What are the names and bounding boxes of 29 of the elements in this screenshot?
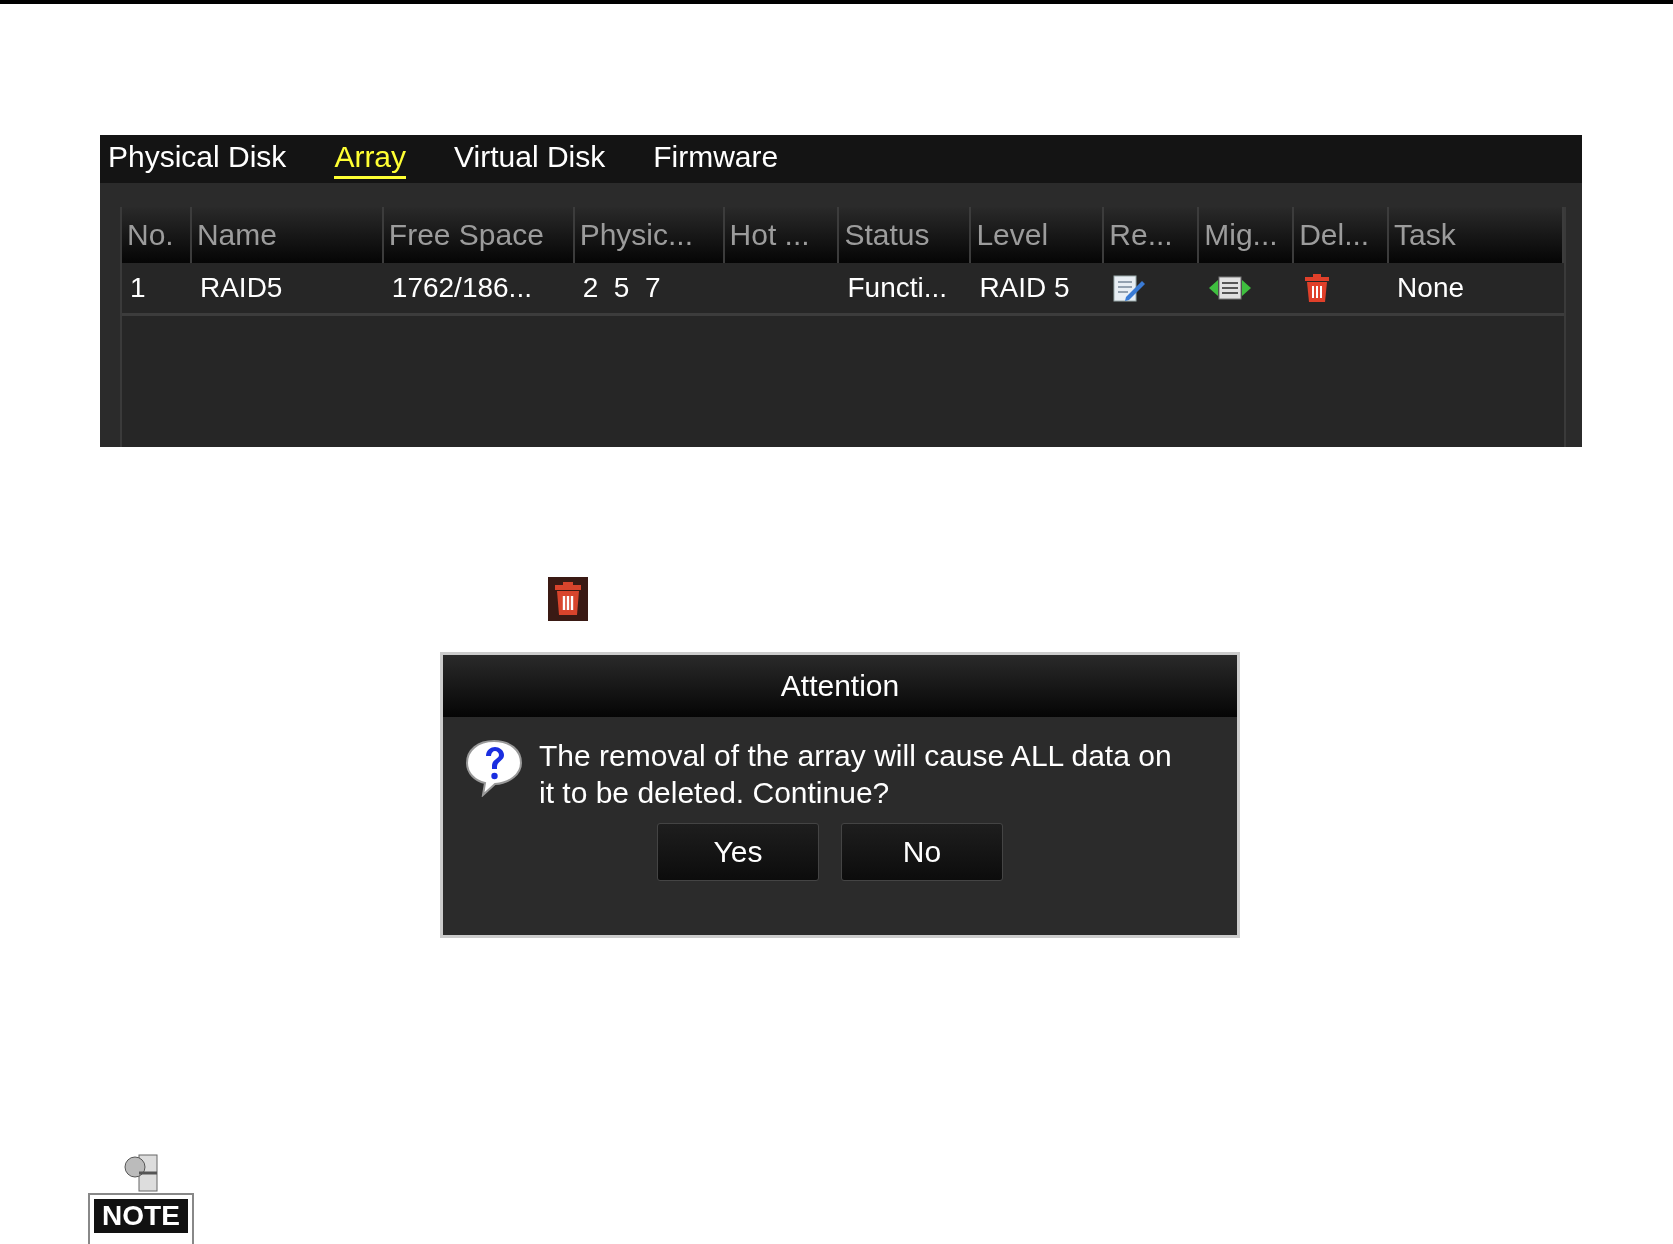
column-header: Status <box>839 207 972 263</box>
tab[interactable]: Virtual Disk <box>454 139 606 179</box>
dialog-title: Attention <box>443 655 1237 717</box>
column-header: Name <box>191 207 384 263</box>
column-header: Re... <box>1104 207 1200 263</box>
column-header: Task <box>1389 207 1564 263</box>
table-cell: 1 <box>130 272 146 304</box>
edit-icon[interactable] <box>1112 273 1147 303</box>
table-cell: 2 5 7 <box>582 272 661 304</box>
dialog-message: The removal of the array will cause ALL data on it to be deleted. Continue? <box>539 738 1173 811</box>
column-header: Level <box>971 207 1105 263</box>
table-cell: RAID5 <box>199 272 283 304</box>
table-cell: Functi... <box>847 272 948 304</box>
trash-icon <box>548 577 588 621</box>
column-header: Del... <box>1294 207 1390 263</box>
column-header: No. <box>122 207 192 263</box>
table-cell: None <box>1397 272 1465 304</box>
table-cell: RAID 5 <box>979 272 1070 304</box>
column-header: Mig... <box>1199 207 1295 263</box>
dialog-button[interactable]: Yes <box>657 823 819 881</box>
tab[interactable]: Physical Disk <box>108 139 287 179</box>
tab[interactable]: Array <box>334 139 407 179</box>
dialog-button[interactable]: No <box>841 823 1003 881</box>
column-header: Physic... <box>574 207 725 263</box>
table-cell: 1762/186... <box>391 272 532 304</box>
column-header: Free Space <box>383 207 575 263</box>
tab[interactable]: Firmware <box>653 139 779 179</box>
column-header: Hot ... <box>724 207 840 263</box>
question-icon <box>463 737 525 797</box>
